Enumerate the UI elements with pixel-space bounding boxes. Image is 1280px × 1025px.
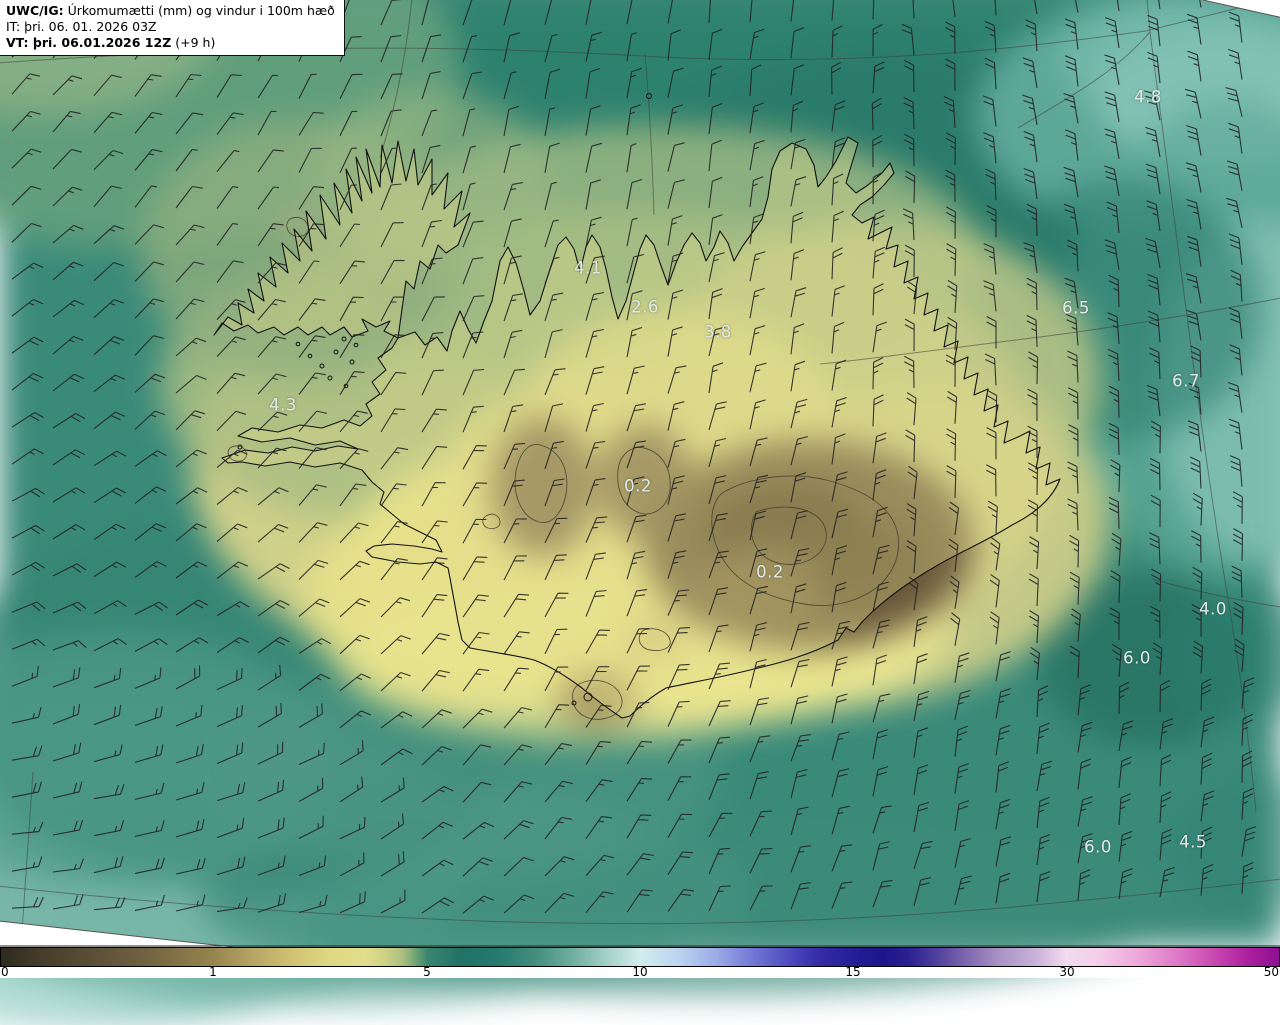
precip-label: 4.5 bbox=[1179, 832, 1207, 852]
valid-time-line: VT: þri. 06.01.2026 12Z (+9 h) bbox=[6, 35, 335, 51]
colorbar-tick-label: 1 bbox=[209, 965, 217, 979]
precip-label: 0.2 bbox=[624, 476, 652, 496]
product-label: UWC/IG: bbox=[6, 3, 64, 18]
precip-label: 6.0 bbox=[1084, 837, 1112, 857]
init-time: IT: þri. 06. 01. 2026 03Z bbox=[6, 19, 157, 34]
precip-label: 4.3 bbox=[269, 395, 297, 415]
weather-map-stage: 4.8 6.5 6.7 4.1 2.6 3.8 4.3 0.2 0.2 4.0 6.0 6.0 4.5 … bbox=[0, 0, 1280, 1025]
precip-label: 6.0 bbox=[1123, 648, 1151, 668]
precip-label: 2.6 bbox=[631, 297, 659, 317]
colorbar-tick-label: 10 bbox=[632, 965, 648, 979]
colorbar-tick-label: 5 bbox=[423, 965, 431, 979]
valid-time: VT: þri. 06.01.2026 12Z bbox=[6, 35, 172, 50]
colorbar-tick-label: 30 bbox=[1059, 965, 1075, 979]
colorbar-tick-label: 0 bbox=[1, 965, 9, 979]
colorbar-tick-label: 15 bbox=[845, 965, 861, 979]
colorbar-gradient bbox=[0, 947, 1280, 967]
title-text: Úrkomumætti (mm) og vindur i 100m hæð bbox=[63, 3, 335, 18]
precip-label-layer: 4.8 6.5 6.7 4.1 2.6 3.8 4.3 0.2 0.2 4.0 6.0 6.0 4.5 bbox=[0, 0, 1280, 947]
colorbar: 0 1 5 10 15 30 50 bbox=[0, 947, 1280, 979]
precip-label: 6.5 bbox=[1062, 298, 1090, 318]
precip-label: 4.8 bbox=[1134, 87, 1162, 107]
precip-label: 4.1 bbox=[574, 258, 602, 278]
precip-label: 6.7 bbox=[1172, 371, 1200, 391]
title-box: UWC/IG: Úrkomumætti (mm) og vindur i 100… bbox=[0, 0, 345, 56]
colorbar-tick-labels: 0 1 5 10 15 30 50 bbox=[0, 965, 1280, 979]
colorbar-tick-label: 50 bbox=[1263, 965, 1279, 979]
precip-label: 0.2 bbox=[756, 562, 784, 582]
precip-label: 3.8 bbox=[704, 322, 732, 342]
title-line: UWC/IG: Úrkomumætti (mm) og vindur i 100… bbox=[6, 3, 335, 19]
valid-time-offset: (+9 h) bbox=[171, 35, 216, 50]
precip-label: 4.0 bbox=[1199, 599, 1227, 619]
